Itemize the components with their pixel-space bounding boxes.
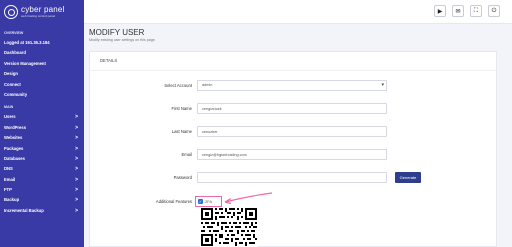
- sidebar-item-label: FTP: [4, 187, 12, 193]
- additional-features-label: Additional Features: [155, 199, 192, 204]
- chevron-right-icon: >: [75, 207, 78, 214]
- chevron-right-icon: >: [75, 166, 78, 173]
- sidebar-item-websites[interactable]: Websites >: [0, 133, 84, 143]
- chevron-right-icon: >: [75, 135, 78, 142]
- top-bar: ▶ ✉ ⛶ ⏻: [84, 0, 512, 24]
- first-name-label: First Name: [171, 106, 192, 111]
- sidebar-item-label: Websites: [4, 135, 23, 141]
- last-name-label: Last Name: [171, 129, 192, 134]
- cyberpanel-logo[interactable]: cyber panel web hosting control panel: [0, 0, 84, 24]
- sidebar-item-community[interactable]: Community: [0, 90, 84, 100]
- sidebar-item-wordpress[interactable]: WordPress >: [0, 123, 84, 133]
- sidebar-item-backup[interactable]: Backup >: [0, 195, 84, 205]
- last-name-input[interactable]: [197, 126, 387, 137]
- sidebar-item-version-management[interactable]: Version Management: [0, 59, 84, 69]
- cyberpanel-logo-icon: [4, 5, 18, 19]
- chevron-right-icon: >: [75, 114, 78, 121]
- power-icon[interactable]: ⏻: [488, 5, 500, 17]
- first-name-input[interactable]: [197, 103, 387, 114]
- chevron-down-icon: ▾: [381, 82, 384, 88]
- chat-icon[interactable]: ✉: [452, 5, 464, 17]
- divider: [90, 70, 496, 71]
- chevron-right-icon: >: [75, 187, 78, 194]
- youtube-icon[interactable]: ▶: [434, 5, 446, 17]
- sidebar-item-databases[interactable]: Databases >: [0, 154, 84, 164]
- page-title: MODIFY USER: [89, 28, 145, 37]
- overview-heading: OVERVIEW: [4, 31, 24, 35]
- sidebar-item-label: Email: [4, 176, 16, 182]
- password-input[interactable]: [197, 172, 387, 183]
- generate-button[interactable]: Generate: [395, 172, 421, 183]
- sidebar-item-label: Users: [4, 114, 16, 120]
- sidebar-item-email[interactable]: Email >: [0, 175, 84, 185]
- sidebar-item-connect[interactable]: Connect: [0, 80, 84, 90]
- chevron-right-icon: >: [75, 197, 78, 204]
- sidebar-item-design[interactable]: Design: [0, 69, 84, 79]
- logged-at-text: Logged at 161.35.3.184: [4, 40, 50, 45]
- email-label: Email: [181, 152, 192, 157]
- chevron-right-icon: >: [75, 155, 78, 162]
- sidebar: cyber panel web hosting control panel OV…: [0, 0, 84, 247]
- main-heading: MAIN: [4, 105, 14, 110]
- logo-subtitle: web hosting control panel: [21, 14, 56, 18]
- page-subtitle: Modify existing user settings on this pa…: [89, 38, 156, 42]
- sidebar-item-ftp[interactable]: FTP >: [0, 185, 84, 195]
- qr-code: [200, 207, 258, 247]
- sidebar-item-packages[interactable]: Packages >: [0, 144, 84, 154]
- password-label: Password: [173, 175, 192, 180]
- logo-title: cyber panel: [21, 5, 65, 14]
- select-account-label: Select Account: [164, 83, 192, 88]
- chevron-right-icon: >: [75, 145, 78, 152]
- 2fa-label: 2FA: [205, 199, 213, 204]
- chevron-right-icon: >: [75, 176, 78, 183]
- sidebar-item-label: Packages: [4, 145, 24, 151]
- sidebar-item-dns[interactable]: DNS >: [0, 164, 84, 174]
- select-account-value: admin: [202, 83, 213, 87]
- sidebar-item-label: WordPress: [4, 124, 27, 130]
- details-heading: DETAILS: [100, 58, 118, 63]
- sidebar-item-incremental-backup[interactable]: Incremental Backup >: [0, 206, 84, 216]
- sidebar-item-dashboard[interactable]: Dashboard: [0, 48, 84, 58]
- expand-icon[interactable]: ⛶: [470, 5, 482, 17]
- sidebar-item-label: Backup: [4, 197, 20, 203]
- 2fa-checkbox[interactable]: ✓: [198, 199, 203, 204]
- sidebar-item-users[interactable]: Users >: [0, 112, 84, 122]
- sidebar-item-label: DNS: [4, 166, 13, 172]
- select-account-dropdown[interactable]: admin ▾: [197, 80, 387, 91]
- sidebar-item-label: Databases: [4, 155, 25, 161]
- sidebar-item-label: Incremental Backup: [4, 207, 44, 213]
- annotation-arrow: [224, 192, 273, 205]
- chevron-right-icon: >: [75, 124, 78, 131]
- email-input[interactable]: [197, 149, 387, 160]
